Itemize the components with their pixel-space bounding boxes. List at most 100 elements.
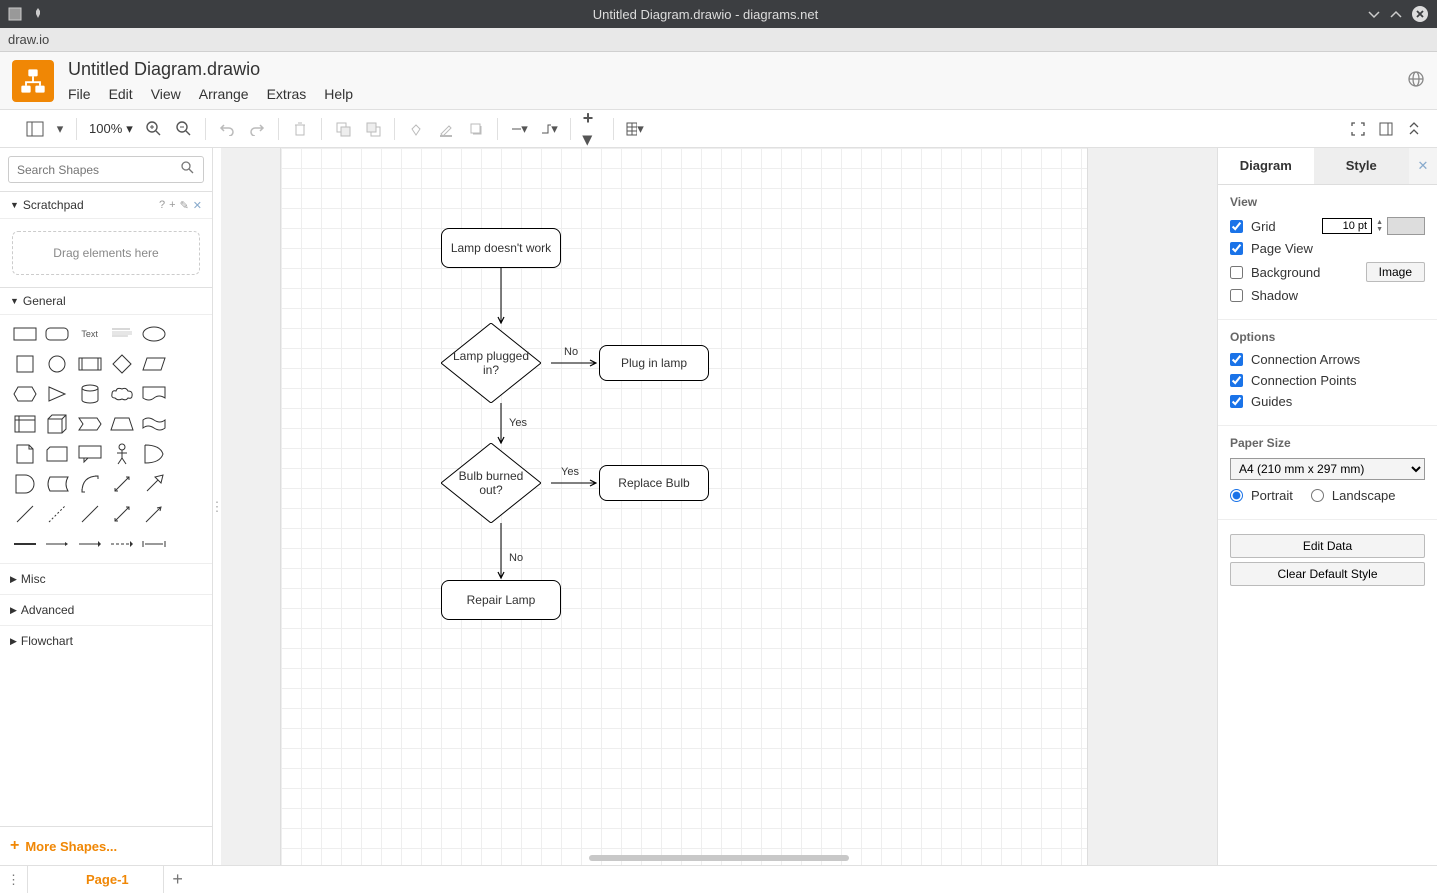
- grid-down-icon[interactable]: ▼: [1376, 226, 1383, 233]
- shape-note[interactable]: [12, 443, 38, 465]
- add-button[interactable]: + ▾: [583, 120, 601, 138]
- shape-rectangle[interactable]: [12, 323, 38, 345]
- grid-checkbox[interactable]: [1230, 220, 1243, 233]
- menu-help[interactable]: Help: [324, 86, 353, 102]
- canvas[interactable]: Lamp doesn't work Lamp plugged in? No Pl…: [221, 148, 1217, 865]
- search-icon[interactable]: [181, 161, 195, 178]
- shape-arrow-diag[interactable]: [141, 473, 167, 495]
- shape-cloud[interactable]: [109, 383, 135, 405]
- grid-size-input[interactable]: [1322, 218, 1372, 234]
- shape-actor[interactable]: [109, 443, 135, 465]
- image-button[interactable]: Image: [1366, 262, 1425, 282]
- line-color-button[interactable]: [437, 120, 455, 138]
- conn-arrows-checkbox[interactable]: [1230, 353, 1243, 366]
- shape-hexagon[interactable]: [12, 383, 38, 405]
- zoom-out-icon[interactable]: [175, 120, 193, 138]
- horizontal-scrollbar[interactable]: [589, 855, 849, 861]
- edit-data-button[interactable]: Edit Data: [1230, 534, 1425, 558]
- page-view-checkbox[interactable]: [1230, 242, 1243, 255]
- menu-file[interactable]: File: [68, 86, 91, 102]
- grid-color-swatch[interactable]: [1387, 217, 1425, 235]
- portrait-radio[interactable]: [1230, 489, 1243, 502]
- shape-triangle[interactable]: [44, 383, 70, 405]
- document-title[interactable]: Untitled Diagram.drawio: [68, 59, 353, 80]
- tab-style[interactable]: Style: [1314, 148, 1410, 184]
- shape-bidir-arrow-diag[interactable]: [109, 473, 135, 495]
- add-page-button[interactable]: +: [164, 869, 192, 890]
- grid-up-icon[interactable]: ▲: [1376, 219, 1383, 226]
- view-mode-button[interactable]: [26, 120, 44, 138]
- guides-checkbox[interactable]: [1230, 395, 1243, 408]
- shape-circle[interactable]: [44, 353, 70, 375]
- menu-extras[interactable]: Extras: [267, 86, 307, 102]
- maximize-icon[interactable]: [1389, 7, 1403, 21]
- chevron-down-icon[interactable]: ▾: [56, 120, 64, 138]
- shape-text[interactable]: Text: [77, 323, 103, 345]
- to-front-button[interactable]: [334, 120, 352, 138]
- sidebar-splitter[interactable]: ⋮: [213, 148, 221, 865]
- shape-dashed-line[interactable]: [44, 503, 70, 525]
- shape-link-solid[interactable]: [12, 533, 38, 555]
- node-bulb[interactable]: Bulb burned out?: [441, 443, 541, 523]
- node-start[interactable]: Lamp doesn't work: [441, 228, 561, 268]
- shape-textbox[interactable]: [109, 323, 135, 345]
- search-input[interactable]: [17, 163, 181, 177]
- close-icon[interactable]: [1411, 5, 1429, 23]
- shape-diamond[interactable]: [109, 353, 135, 375]
- conn-points-checkbox[interactable]: [1230, 374, 1243, 387]
- add-icon[interactable]: +: [169, 199, 175, 212]
- minimize-icon[interactable]: [1367, 7, 1381, 21]
- language-icon[interactable]: [1407, 70, 1425, 91]
- shadow-checkbox[interactable]: [1230, 289, 1243, 302]
- shadow-button[interactable]: [467, 120, 485, 138]
- general-header[interactable]: ▼ General: [0, 288, 212, 315]
- fill-color-button[interactable]: [407, 120, 425, 138]
- shape-card[interactable]: [44, 443, 70, 465]
- pages-menu-icon[interactable]: ⋮: [0, 866, 28, 893]
- node-repair[interactable]: Repair Lamp: [441, 580, 561, 620]
- shape-link-dashed[interactable]: [109, 533, 135, 555]
- connection-button[interactable]: ▾: [510, 120, 528, 138]
- section-advanced[interactable]: ▶Advanced: [0, 594, 212, 625]
- clear-default-style-button[interactable]: Clear Default Style: [1230, 562, 1425, 586]
- shape-cube[interactable]: [44, 413, 70, 435]
- to-back-button[interactable]: [364, 120, 382, 138]
- menu-view[interactable]: View: [151, 86, 181, 102]
- tab-diagram[interactable]: Diagram: [1218, 148, 1314, 184]
- shape-arrow-line[interactable]: [141, 503, 167, 525]
- section-misc[interactable]: ▶Misc: [0, 563, 212, 594]
- shape-link-arrow[interactable]: [77, 533, 103, 555]
- collapse-icon[interactable]: [1405, 120, 1423, 138]
- shape-callout[interactable]: [77, 443, 103, 465]
- zoom-in-icon[interactable]: [145, 120, 163, 138]
- shape-trapezoid[interactable]: [109, 413, 135, 435]
- background-checkbox[interactable]: [1230, 266, 1243, 279]
- shape-parallelogram[interactable]: [141, 353, 167, 375]
- node-replace[interactable]: Replace Bulb: [599, 465, 709, 501]
- shape-link-dims[interactable]: [141, 533, 167, 555]
- shape-and[interactable]: [12, 473, 38, 495]
- shape-line[interactable]: [12, 503, 38, 525]
- zoom-dropdown[interactable]: 100% ▾: [89, 121, 133, 137]
- shape-step[interactable]: [77, 413, 103, 435]
- close-icon[interactable]: ✕: [193, 199, 202, 212]
- fullscreen-icon[interactable]: [1349, 120, 1367, 138]
- help-icon[interactable]: ?: [159, 199, 165, 212]
- paper-size-select[interactable]: A4 (210 mm x 297 mm): [1230, 458, 1425, 480]
- menu-edit[interactable]: Edit: [109, 86, 133, 102]
- logo-icon[interactable]: [12, 60, 54, 102]
- delete-button[interactable]: [291, 120, 309, 138]
- close-panel-icon[interactable]: ✕: [1409, 148, 1437, 184]
- section-flowchart[interactable]: ▶Flowchart: [0, 625, 212, 656]
- shape-or[interactable]: [141, 443, 167, 465]
- shape-link-thin[interactable]: [44, 533, 70, 555]
- waypoint-button[interactable]: ▾: [540, 120, 558, 138]
- shape-data-storage[interactable]: [44, 473, 70, 495]
- shape-document[interactable]: [141, 383, 167, 405]
- more-shapes-button[interactable]: +More Shapes...: [10, 837, 202, 855]
- shape-bidir-line[interactable]: [109, 503, 135, 525]
- pin-icon[interactable]: [32, 7, 44, 21]
- table-button[interactable]: ▾: [626, 120, 644, 138]
- shape-tape[interactable]: [141, 413, 167, 435]
- scratchpad-header[interactable]: ▼ Scratchpad ? + ✎ ✕: [0, 192, 212, 219]
